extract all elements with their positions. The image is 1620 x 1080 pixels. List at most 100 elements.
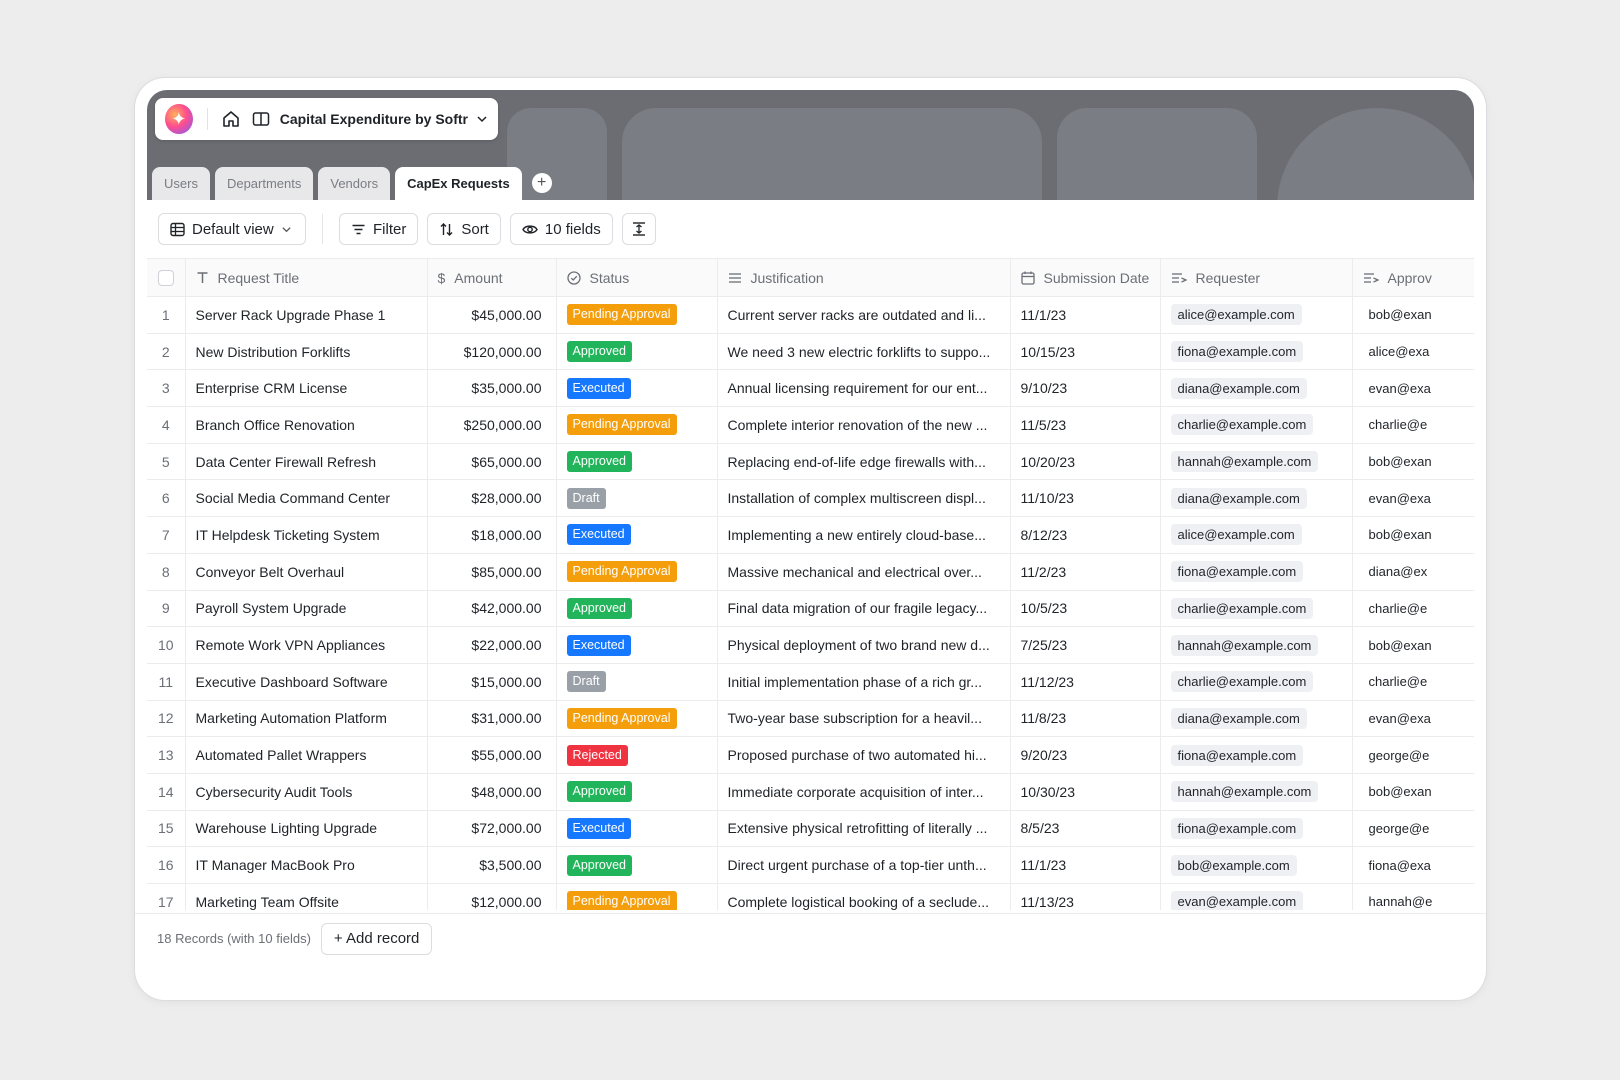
table-row[interactable]: 1 Server Rack Upgrade Phase 1 $45,000.00 Pe… xyxy=(147,296,1474,334)
cell-requester[interactable]: charlie@example.com xyxy=(1160,663,1353,701)
cell-approver[interactable]: bob@exan xyxy=(1352,773,1474,811)
table-row[interactable]: 12 Marketing Automation Platform $31,000.0… xyxy=(147,700,1474,738)
add-tab-button[interactable]: + xyxy=(531,173,552,193)
cell-status[interactable]: Executed xyxy=(556,626,718,664)
cell-request-title[interactable]: Remote Work VPN Appliances xyxy=(185,626,428,664)
cell-justification[interactable]: Complete logistical booking of a seclude… xyxy=(717,883,1011,910)
cell-status[interactable]: Draft xyxy=(556,663,718,701)
cell-requester[interactable]: hannah@example.com xyxy=(1160,443,1353,481)
table-row[interactable]: 2 New Distribution Forklifts $120,000.00 Ap… xyxy=(147,333,1474,371)
cell-status[interactable]: Executed xyxy=(556,369,718,408)
cell-request-title[interactable]: Social Media Command Center xyxy=(185,479,428,518)
sort-button[interactable]: Sort xyxy=(427,213,501,245)
add-record-button[interactable]: + Add record xyxy=(320,922,433,955)
cell-requester[interactable]: diana@example.com xyxy=(1160,700,1353,738)
cell-justification[interactable]: Replacing end-of-life edge firewalls wit… xyxy=(717,443,1011,481)
cell-submission-date[interactable]: 7/25/23 xyxy=(1010,626,1161,664)
cell-approver[interactable]: charlie@e xyxy=(1352,406,1474,444)
cell-amount[interactable]: $42,000.00 xyxy=(427,590,557,628)
cell-approver[interactable]: diana@ex xyxy=(1352,553,1474,591)
cell-status[interactable]: Pending Approval xyxy=(556,553,718,591)
table-row[interactable]: 9 Payroll System Upgrade $42,000.00 Approve… xyxy=(147,590,1474,628)
select-all-cell[interactable] xyxy=(147,258,186,297)
cell-justification[interactable]: Initial implementation phase of a rich g… xyxy=(717,663,1011,701)
cell-request-title[interactable]: Marketing Automation Platform xyxy=(185,700,428,738)
cell-approver[interactable]: bob@exan xyxy=(1352,443,1474,481)
column-header-status[interactable]: Status xyxy=(556,258,718,297)
cell-submission-date[interactable]: 11/12/23 xyxy=(1010,663,1161,701)
cell-request-title[interactable]: Enterprise CRM License xyxy=(185,369,428,408)
cell-submission-date[interactable]: 11/10/23 xyxy=(1010,479,1161,518)
table-row[interactable]: 8 Conveyor Belt Overhaul $85,000.00 Pending… xyxy=(147,553,1474,591)
cell-justification[interactable]: Complete interior renovation of the new … xyxy=(717,406,1011,444)
cell-request-title[interactable]: Warehouse Lighting Upgrade xyxy=(185,810,428,848)
table-row[interactable]: 14 Cybersecurity Audit Tools $48,000.00 App… xyxy=(147,773,1474,811)
tab-departments[interactable]: Departments xyxy=(214,167,314,200)
cell-amount[interactable]: $85,000.00 xyxy=(427,553,557,591)
cell-requester[interactable]: fiona@example.com xyxy=(1160,810,1353,848)
cell-amount[interactable]: $55,000.00 xyxy=(427,736,557,774)
cell-amount[interactable]: $31,000.00 xyxy=(427,700,557,738)
cell-submission-date[interactable]: 11/2/23 xyxy=(1010,553,1161,591)
tab-vendors[interactable]: Vendors xyxy=(318,167,391,200)
cell-submission-date[interactable]: 8/12/23 xyxy=(1010,516,1161,554)
cell-approver[interactable]: evan@exa xyxy=(1352,700,1474,738)
cell-requester[interactable]: alice@example.com xyxy=(1160,516,1353,554)
cell-approver[interactable]: bob@exan xyxy=(1352,516,1474,554)
cell-requester[interactable]: fiona@example.com xyxy=(1160,333,1353,371)
cell-justification[interactable]: Annual licensing requirement for our ent… xyxy=(717,369,1011,408)
table-row[interactable]: 6 Social Media Command Center $28,000.00 Dr… xyxy=(147,479,1474,518)
cell-requester[interactable]: charlie@example.com xyxy=(1160,590,1353,628)
cell-approver[interactable]: bob@exan xyxy=(1352,296,1474,334)
table-row[interactable]: 7 IT Helpdesk Ticketing System $18,000.00 E… xyxy=(147,516,1474,554)
cell-justification[interactable]: Immediate corporate acquisition of inter… xyxy=(717,773,1011,811)
cell-status[interactable]: Pending Approval xyxy=(556,296,718,334)
column-header-date[interactable]: Submission Date xyxy=(1010,258,1161,297)
cell-amount[interactable]: $65,000.00 xyxy=(427,443,557,481)
cell-requester[interactable]: hannah@example.com xyxy=(1160,773,1353,811)
cell-submission-date[interactable]: 10/30/23 xyxy=(1010,773,1161,811)
cell-status[interactable]: Approved xyxy=(556,590,718,628)
cell-approver[interactable]: evan@exa xyxy=(1352,479,1474,518)
cell-status[interactable]: Approved xyxy=(556,443,718,481)
cell-amount[interactable]: $120,000.00 xyxy=(427,333,557,371)
column-header-justification[interactable]: Justification xyxy=(717,258,1011,297)
cell-requester[interactable]: diana@example.com xyxy=(1160,369,1353,408)
cell-requester[interactable]: hannah@example.com xyxy=(1160,626,1353,664)
row-height-button[interactable] xyxy=(621,213,656,245)
cell-amount[interactable]: $3,500.00 xyxy=(427,846,557,884)
cell-justification[interactable]: Physical deployment of two brand new d..… xyxy=(717,626,1011,664)
cell-amount[interactable]: $72,000.00 xyxy=(427,810,557,848)
column-header-amount[interactable]: $ Amount xyxy=(427,258,557,297)
cell-request-title[interactable]: Data Center Firewall Refresh xyxy=(185,443,428,481)
column-header-requester[interactable]: Requester xyxy=(1160,258,1353,297)
cell-amount[interactable]: $35,000.00 xyxy=(427,369,557,408)
cell-requester[interactable]: alice@example.com xyxy=(1160,296,1353,334)
cell-request-title[interactable]: Automated Pallet Wrappers xyxy=(185,736,428,774)
cell-submission-date[interactable]: 11/13/23 xyxy=(1010,883,1161,910)
cell-status[interactable]: Executed xyxy=(556,516,718,554)
table-row[interactable]: 16 IT Manager MacBook Pro $3,500.00 Approve… xyxy=(147,846,1474,884)
cell-approver[interactable]: charlie@e xyxy=(1352,590,1474,628)
cell-request-title[interactable]: Marketing Team Offsite xyxy=(185,883,428,910)
cell-submission-date[interactable]: 11/5/23 xyxy=(1010,406,1161,444)
cell-status[interactable]: Pending Approval xyxy=(556,883,718,910)
home-icon[interactable] xyxy=(220,107,242,131)
cell-approver[interactable]: evan@exa xyxy=(1352,369,1474,408)
cell-submission-date[interactable]: 11/1/23 xyxy=(1010,296,1161,334)
cell-amount[interactable]: $250,000.00 xyxy=(427,406,557,444)
table-row[interactable]: 15 Warehouse Lighting Upgrade $72,000.00 Ex… xyxy=(147,810,1474,848)
cell-approver[interactable]: fiona@exa xyxy=(1352,846,1474,884)
table-row[interactable]: 4 Branch Office Renovation $250,000.00 Pend… xyxy=(147,406,1474,444)
cell-justification[interactable]: Direct urgent purchase of a top-tier unt… xyxy=(717,846,1011,884)
column-header-title[interactable]: Request Title xyxy=(185,258,428,297)
cell-amount[interactable]: $48,000.00 xyxy=(427,773,557,811)
cell-submission-date[interactable]: 9/20/23 xyxy=(1010,736,1161,774)
cell-request-title[interactable]: New Distribution Forklifts xyxy=(185,333,428,371)
app-title[interactable]: Capital Expenditure by Softr xyxy=(280,111,468,127)
cell-status[interactable]: Pending Approval xyxy=(556,406,718,444)
cell-request-title[interactable]: Branch Office Renovation xyxy=(185,406,428,444)
cell-requester[interactable]: charlie@example.com xyxy=(1160,406,1353,444)
table-row[interactable]: 5 Data Center Firewall Refresh $65,000.00 A… xyxy=(147,443,1474,481)
cell-submission-date[interactable]: 10/15/23 xyxy=(1010,333,1161,371)
